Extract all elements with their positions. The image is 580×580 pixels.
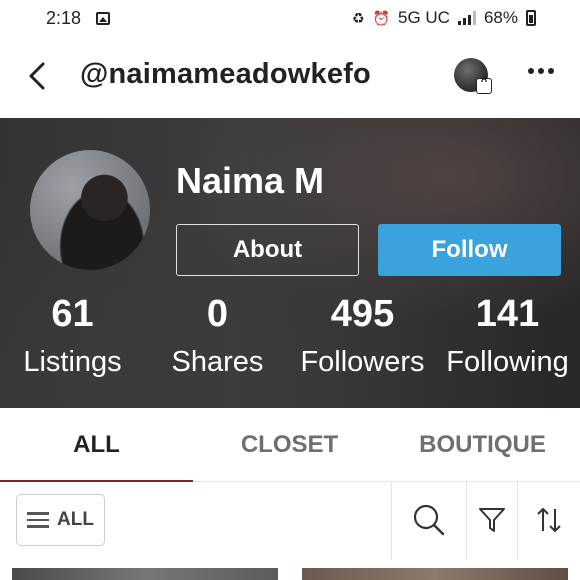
stat-shares[interactable]: 0 Shares [145, 290, 290, 386]
sort-icon [537, 507, 561, 533]
filter-icon [479, 508, 505, 532]
search-icon [413, 504, 445, 536]
more-options-button[interactable] [526, 56, 556, 93]
recycle-icon: ♻ [352, 10, 365, 26]
filter-button[interactable] [472, 500, 512, 540]
stat-label: Shares [171, 346, 264, 378]
tab-closet[interactable]: CLOSET [193, 408, 386, 482]
page-title-username: @naimameadowkefo [80, 58, 371, 90]
stat-count: 0 [206, 293, 229, 335]
stat-label: Listings [23, 346, 122, 378]
profile-banner: Naima M About Follow 61 Listings 0 Share… [0, 118, 580, 408]
display-name: Naima M [176, 160, 325, 201]
top-nav: @naimameadowkefo [0, 38, 580, 118]
stat-following[interactable]: 141 Following [435, 290, 580, 386]
stat-followers[interactable]: 495 Followers [290, 290, 435, 386]
listing-thumbnail[interactable] [12, 568, 278, 580]
stat-count: 495 [330, 293, 395, 335]
signal-icon [457, 11, 476, 25]
listing-thumbnail[interactable] [302, 568, 568, 580]
status-bar: 2:18 ♻ ⏰ 5G UC 68% [0, 0, 580, 38]
filter-bar: ALL [0, 482, 580, 560]
chevron-left-icon [29, 62, 45, 90]
all-filter-label: ALL [57, 509, 94, 530]
network-label: 5G UC [398, 8, 450, 27]
status-indicators: ♻ ⏰ 5G UC 68% [352, 8, 536, 28]
closet-tabs: ALL CLOSET BOUTIQUE [0, 408, 580, 483]
alarm-icon: ⏰ [372, 10, 390, 26]
divider [517, 482, 518, 560]
image-notification-icon [96, 12, 110, 25]
stat-count: 61 [51, 293, 94, 335]
stat-label: Following [446, 346, 569, 378]
profile-avatar[interactable] [30, 150, 150, 270]
status-time: 2:18 [46, 8, 82, 28]
divider [466, 482, 467, 560]
sort-button[interactable] [529, 500, 569, 540]
tab-boutique[interactable]: BOUTIQUE [386, 408, 579, 482]
stat-listings[interactable]: 61 Listings [0, 290, 145, 386]
divider [391, 482, 392, 560]
menu-icon [27, 512, 50, 528]
search-button[interactable] [409, 500, 449, 540]
tab-all[interactable]: ALL [0, 408, 193, 483]
stat-count: 141 [475, 293, 540, 335]
all-filter-button[interactable]: ALL [16, 494, 105, 546]
back-button[interactable] [22, 58, 52, 94]
battery-icon [526, 10, 536, 26]
stat-label: Followers [300, 346, 425, 378]
shopping-bag-icon[interactable] [476, 78, 492, 94]
about-button[interactable]: About [176, 224, 359, 276]
battery-percent: 68% [483, 8, 518, 27]
more-dots-icon [528, 68, 554, 74]
follow-button[interactable]: Follow [378, 224, 561, 276]
